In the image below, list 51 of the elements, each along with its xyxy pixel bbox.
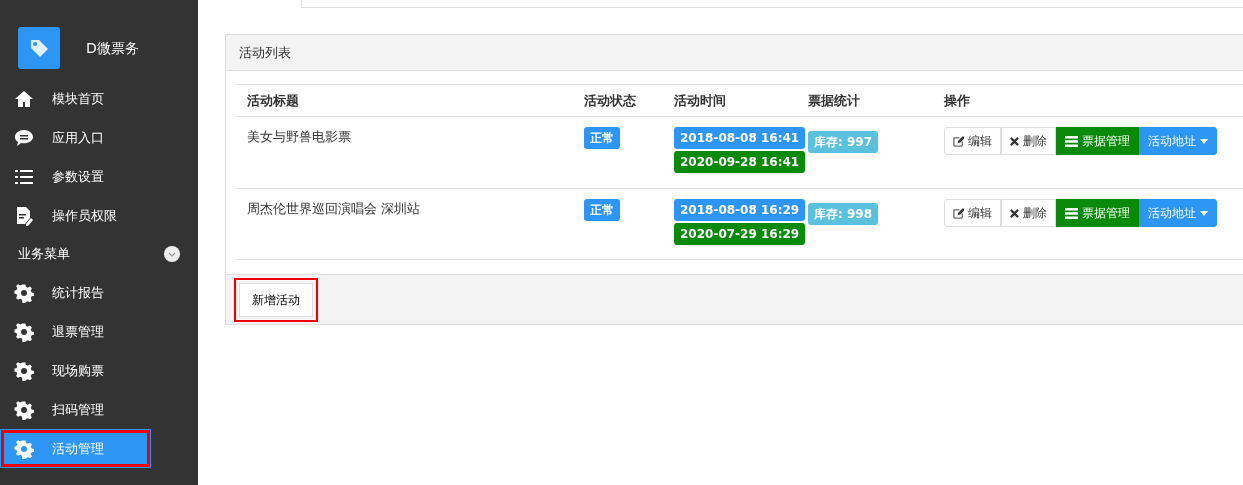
start-time-badge: 2018-08-08 16:41 bbox=[674, 127, 806, 149]
column-header: 票据统计 bbox=[808, 91, 861, 110]
sidebar-item[interactable]: 应用入口 bbox=[0, 118, 198, 157]
tickets-button[interactable]: 票据管理 bbox=[1056, 127, 1139, 155]
caret-icon bbox=[1200, 210, 1208, 216]
section-header: 业务菜单 bbox=[18, 245, 70, 264]
gear-icon bbox=[14, 399, 34, 420]
column-header: 活动状态 bbox=[584, 91, 637, 110]
sidebar-item[interactable]: 退票管理 bbox=[0, 312, 198, 351]
add-activity-button[interactable]: 新增活动 bbox=[239, 282, 313, 317]
sidebar-item[interactable]: 操作员权限 bbox=[0, 196, 198, 235]
tickets-button[interactable]: 票据管理 bbox=[1056, 199, 1139, 227]
logo-icon bbox=[18, 27, 60, 69]
column-header: 活动时间 bbox=[674, 91, 727, 110]
speech-bubble-icon bbox=[14, 127, 34, 148]
home-icon bbox=[14, 88, 34, 109]
end-time-badge: 2020-07-29 16:29 bbox=[674, 223, 806, 245]
stock-badge: 库存: 998 bbox=[808, 203, 879, 225]
chevron-icon[interactable] bbox=[164, 246, 180, 262]
list-icon bbox=[1065, 135, 1078, 147]
panel-title: 活动列表 bbox=[239, 43, 291, 62]
edit-icon bbox=[953, 207, 964, 219]
sidebar-item[interactable]: 现场购票 bbox=[0, 351, 198, 390]
sidebar-item[interactable]: 扫码管理 bbox=[0, 390, 198, 429]
document-edit-icon bbox=[14, 205, 34, 226]
delete-button[interactable]: 删除 bbox=[1001, 199, 1056, 227]
table-cell-text: 周杰伦世界巡回演唱会 深圳站 bbox=[246, 200, 422, 218]
caret-icon bbox=[1200, 138, 1208, 144]
close-icon bbox=[1010, 136, 1019, 146]
end-time-badge: 2020-09-28 16:41 bbox=[674, 151, 806, 173]
brand-name: D微票务 bbox=[86, 38, 139, 58]
start-time-badge: 2018-08-08 16:29 bbox=[674, 199, 806, 221]
close-icon bbox=[1010, 208, 1019, 218]
gear-icon bbox=[14, 438, 34, 459]
gear-icon bbox=[14, 282, 34, 303]
column-header: 活动标题 bbox=[246, 91, 300, 110]
status-badge: 正常 bbox=[584, 127, 620, 149]
sidebar-item[interactable]: 模块首页 bbox=[0, 79, 198, 118]
edit-icon bbox=[953, 135, 964, 147]
sidebar-item[interactable]: 参数设置 bbox=[0, 157, 198, 196]
column-header: 操作 bbox=[944, 91, 971, 110]
list-icon bbox=[1065, 207, 1078, 219]
status-badge: 正常 bbox=[584, 199, 620, 221]
gear-icon bbox=[14, 321, 34, 342]
sidebar-item[interactable]: 统计报告 bbox=[0, 273, 198, 312]
edit-button[interactable]: 编辑 bbox=[944, 127, 1001, 155]
gear-icon bbox=[14, 360, 34, 381]
stock-badge: 库存: 997 bbox=[808, 131, 879, 153]
table-cell-text: 美女与野兽电影票 bbox=[246, 128, 352, 146]
edit-button[interactable]: 编辑 bbox=[944, 199, 1001, 227]
delete-button[interactable]: 删除 bbox=[1001, 127, 1056, 155]
